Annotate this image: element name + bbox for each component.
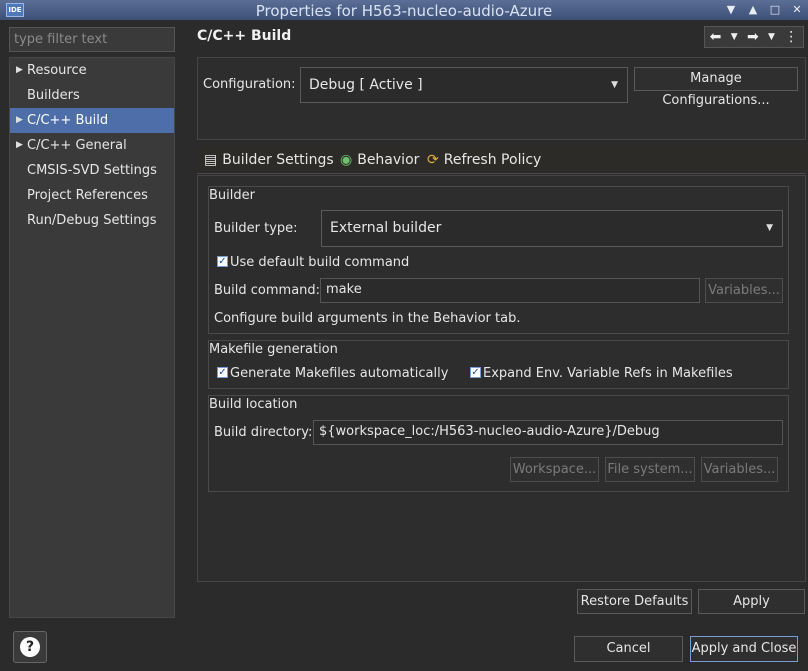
builder-type-label: Builder type: bbox=[214, 221, 298, 236]
tree-item-cmsis-svd-settings[interactable]: CMSIS-SVD Settings bbox=[10, 158, 174, 183]
build-command-field[interactable]: make bbox=[320, 278, 700, 303]
maximize-icon[interactable]: ▲ bbox=[742, 0, 764, 20]
cancel-button[interactable]: Cancel bbox=[574, 636, 683, 662]
tree-item-label: Resource bbox=[27, 63, 87, 78]
builder-type-value: External builder bbox=[330, 220, 442, 236]
location-variables-button[interactable]: Variables... bbox=[701, 457, 778, 482]
help-icon: ? bbox=[20, 637, 40, 657]
restore-defaults-button[interactable]: Restore Defaults bbox=[577, 589, 692, 614]
tree-item-c-cpp-build[interactable]: ▶ C/C++ Build bbox=[10, 108, 174, 133]
tree-item-label: C/C++ General bbox=[27, 138, 127, 153]
builder-group-title: Builder bbox=[209, 188, 255, 203]
menu-icon[interactable]: ▼ bbox=[720, 0, 742, 20]
tab-behavior[interactable]: ◉ Behavior bbox=[340, 150, 419, 172]
build-directory-label: Build directory: bbox=[214, 425, 313, 440]
close-icon[interactable]: ✕ bbox=[786, 0, 808, 20]
workspace-button[interactable]: Workspace... bbox=[510, 457, 599, 482]
generate-makefiles-label: Generate Makefiles automatically bbox=[230, 366, 449, 381]
configuration-label: Configuration: bbox=[203, 77, 296, 92]
expand-arrow-icon[interactable]: ▶ bbox=[16, 108, 23, 133]
tree-item-project-references[interactable]: Project References bbox=[10, 183, 174, 208]
window-controls: ▼ ▲ □ ✕ bbox=[720, 0, 808, 20]
expand-env-refs-label: Expand Env. Variable Refs in Makefiles bbox=[483, 366, 733, 381]
expand-arrow-icon[interactable]: ▶ bbox=[16, 133, 23, 158]
makefile-generation-title: Makefile generation bbox=[209, 342, 338, 357]
restore-icon[interactable]: □ bbox=[764, 0, 786, 20]
use-default-build-command-checkbox[interactable]: ✓ bbox=[217, 256, 228, 267]
configuration-select[interactable]: Debug [ Active ] ▼ bbox=[300, 67, 628, 103]
builder-type-select[interactable]: External builder ▼ bbox=[321, 210, 783, 247]
tree-item-label: Run/Debug Settings bbox=[27, 213, 157, 228]
property-tree: ▶ Resource Builders ▶ C/C++ Build ▶ C/C+… bbox=[9, 57, 175, 618]
generate-makefiles-checkbox[interactable]: ✓ bbox=[217, 367, 228, 378]
file-system-button[interactable]: File system... bbox=[605, 457, 695, 482]
tab-bar: ▤ Builder Settings ◉ Behavior ⟳ Refresh Pol… bbox=[197, 146, 806, 174]
tree-item-label: Builders bbox=[27, 88, 80, 103]
tab-label: Refresh Policy bbox=[443, 152, 542, 168]
chevron-down-icon: ▼ bbox=[766, 223, 773, 233]
tree-item-builders[interactable]: Builders bbox=[10, 83, 174, 108]
builder-settings-icon: ▤ bbox=[204, 152, 218, 168]
tree-item-label: C/C++ Build bbox=[27, 113, 109, 128]
forward-arrow-icon[interactable]: ➡ bbox=[747, 27, 759, 47]
refresh-policy-icon: ⟳ bbox=[427, 152, 439, 168]
window-titlebar[interactable]: IDE Properties for H563-nucleo-audio-Azu… bbox=[0, 0, 808, 20]
tab-refresh-policy[interactable]: ⟳ Refresh Policy bbox=[427, 150, 541, 172]
builder-variables-button[interactable]: Variables... bbox=[705, 278, 783, 303]
tab-label: Behavior bbox=[357, 152, 420, 168]
tree-item-run-debug-settings[interactable]: Run/Debug Settings bbox=[10, 208, 174, 233]
use-default-build-command-label: Use default build command bbox=[230, 255, 410, 270]
behavior-icon: ◉ bbox=[340, 152, 353, 168]
more-options-icon[interactable]: ⋮ bbox=[784, 27, 798, 47]
tree-item-resource[interactable]: ▶ Resource bbox=[10, 58, 174, 83]
back-arrow-icon[interactable]: ⬅ bbox=[710, 27, 722, 47]
tree-item-label: CMSIS-SVD Settings bbox=[27, 163, 157, 178]
tab-label: Builder Settings bbox=[222, 152, 334, 168]
help-button[interactable]: ? bbox=[13, 631, 47, 663]
tree-item-c-cpp-general[interactable]: ▶ C/C++ General bbox=[10, 133, 174, 158]
build-command-label: Build command: bbox=[214, 283, 321, 298]
navigation-toolbar: ⬅ ▼ ➡ ▼ ⋮ bbox=[704, 26, 804, 48]
page-title: C/C++ Build bbox=[197, 28, 292, 44]
filter-input[interactable] bbox=[9, 27, 175, 52]
tree-item-label: Project References bbox=[27, 188, 148, 203]
build-arguments-hint: Configure build arguments in the Behavio… bbox=[214, 311, 521, 326]
tab-builder-settings[interactable]: ▤ Builder Settings bbox=[204, 150, 334, 172]
build-directory-field[interactable]: ${workspace_loc:/H563-nucleo-audio-Azure… bbox=[313, 420, 783, 445]
window-title: Properties for H563-nucleo-audio-Azure bbox=[255, 2, 553, 20]
chevron-down-icon: ▼ bbox=[611, 80, 618, 90]
apply-button[interactable]: Apply bbox=[698, 589, 805, 614]
back-history-dropdown-icon[interactable]: ▼ bbox=[731, 27, 738, 47]
configuration-value: Debug [ Active ] bbox=[309, 77, 423, 93]
forward-history-dropdown-icon[interactable]: ▼ bbox=[768, 27, 775, 47]
apply-and-close-button[interactable]: Apply and Close bbox=[690, 636, 798, 662]
build-location-title: Build location bbox=[209, 397, 298, 412]
expand-arrow-icon[interactable]: ▶ bbox=[16, 58, 23, 83]
expand-env-refs-checkbox[interactable]: ✓ bbox=[470, 367, 481, 378]
manage-configurations-button[interactable]: Manage Configurations... bbox=[634, 67, 798, 108]
